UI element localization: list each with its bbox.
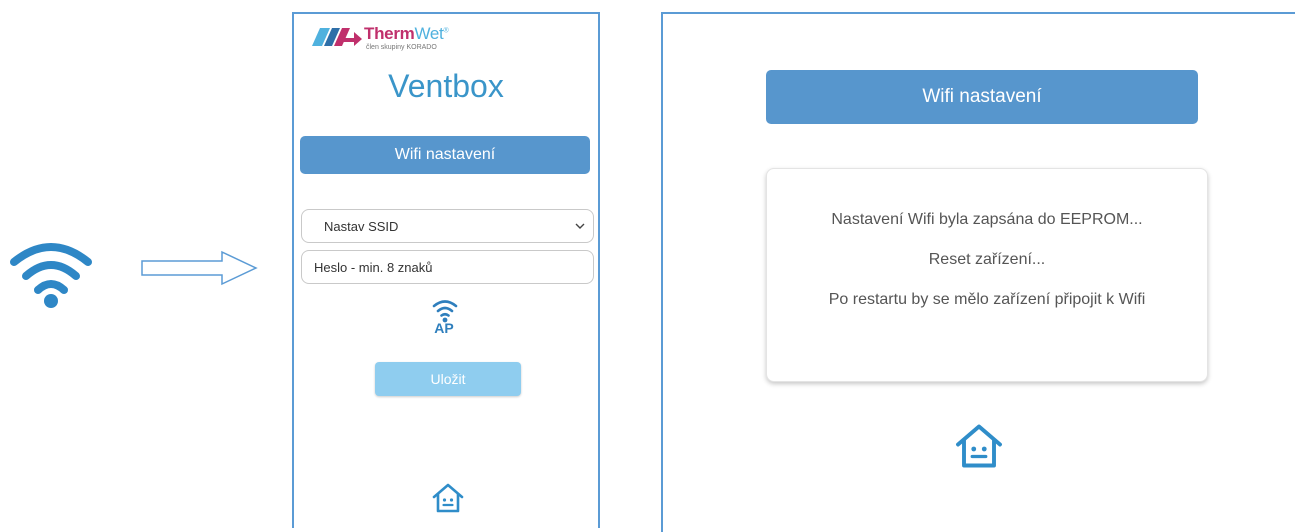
ssid-select-value: Nastav SSID	[324, 218, 399, 234]
ssid-select[interactable]: Nastav SSID	[301, 209, 594, 243]
logo-text: ThermWet®	[364, 24, 449, 43]
chevron-down-icon	[575, 223, 585, 229]
logo-mark-icon	[312, 28, 362, 46]
home-icon[interactable]	[431, 482, 465, 514]
message-restart: Po restartu by se mělo zařízení připojit…	[828, 291, 1146, 308]
message-reset: Reset zařízení...	[928, 251, 1046, 268]
message-saved: Nastavení Wifi byla zapsána do EEPROM...	[831, 211, 1143, 228]
wifi-icon	[10, 243, 92, 308]
home-icon[interactable]	[953, 422, 1005, 470]
thermwet-logo: ThermWet® člen skupiny KORADO	[312, 24, 472, 56]
ap-label: AP	[434, 320, 454, 336]
password-input[interactable]: Heslo - min. 8 znaků	[301, 250, 594, 284]
password-placeholder: Heslo - min. 8 znaků	[314, 259, 433, 275]
page-title: Ventbox	[388, 68, 504, 104]
arrow-right-icon	[141, 250, 258, 286]
result-screen: Wifi nastavení Nastavení Wifi byla zapsá…	[661, 12, 1295, 532]
result-header: Wifi nastavení	[766, 70, 1198, 124]
wifi-settings-header: Wifi nastavení	[300, 136, 590, 174]
save-button[interactable]: Uložit	[375, 362, 521, 396]
logo-subtitle: člen skupiny KORADO	[366, 44, 437, 51]
phone-screen: ThermWet® člen skupiny KORADO Ventbox Wi…	[292, 12, 600, 528]
message-card: Nastavení Wifi byla zapsána do EEPROM...…	[766, 168, 1208, 382]
